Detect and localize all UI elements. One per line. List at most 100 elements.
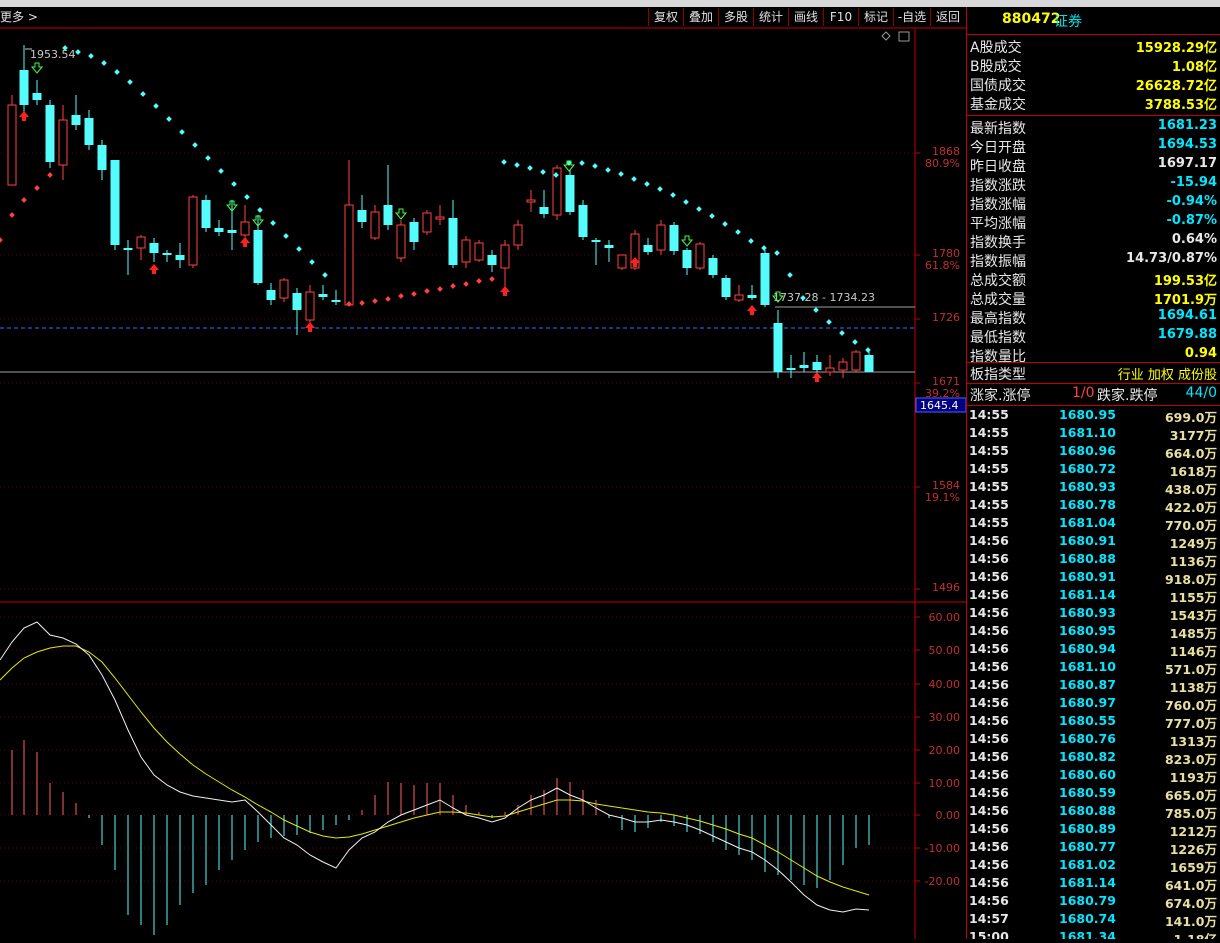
tick-time: 14:56	[969, 713, 1009, 728]
candle-body	[864, 355, 874, 372]
sar-dot	[489, 276, 495, 282]
candle-body	[7, 104, 17, 186]
tick-price: 1680.93	[1059, 605, 1116, 620]
tick-time: 14:56	[969, 767, 1009, 782]
candle-body	[604, 245, 614, 248]
stat-value: 1694.61	[1157, 308, 1217, 323]
tick-list[interactable]: 14:55 1680.95 699.0万 14:55 1681.10 3177万 14:55…	[967, 407, 1220, 939]
sar-dot	[372, 298, 378, 304]
candle-body	[240, 221, 250, 236]
tick-time: 14:56	[969, 803, 1009, 818]
stat-row: 指数换手 0.64%	[967, 232, 1220, 251]
tick-time: 14:55	[969, 497, 1009, 512]
sar-dot	[9, 212, 15, 218]
tick-row: 14:56 1680.94 1146万	[967, 641, 1220, 659]
stat-row: 平均涨幅 -0.87%	[967, 213, 1220, 232]
tick-row: 14:56 1680.87 1138万	[967, 677, 1220, 695]
tick-volume: 674.0万	[1164, 896, 1217, 911]
sar-dot	[257, 207, 263, 213]
stat-label: 指数振幅	[970, 254, 1026, 270]
sar-dot	[605, 167, 611, 173]
tick-time: 14:56	[969, 821, 1009, 836]
more-button[interactable]: 更多 >	[0, 8, 40, 26]
mark-button[interactable]: 标记	[858, 8, 893, 26]
stat-row: 总成交量 1701.9万	[967, 289, 1220, 308]
sar-dot	[205, 155, 211, 161]
sar-dot	[657, 186, 663, 192]
tick-row: 14:55 1681.04 770.0万	[967, 515, 1220, 533]
tick-volume: 1249万	[1169, 536, 1217, 551]
candle-body	[682, 250, 692, 268]
price-tick-label: 1726	[932, 311, 960, 324]
tick-volume: 1659万	[1169, 860, 1217, 875]
stat-label: 指数量比	[970, 349, 1026, 365]
security-code: 880472	[1002, 11, 1061, 27]
sar-dot	[47, 172, 53, 178]
sar-dot	[774, 250, 780, 256]
tick-row: 14:56 1680.55 777.0万	[967, 713, 1220, 731]
tick-volume: 1618万	[1169, 464, 1217, 479]
buy-arrow-icon	[305, 322, 315, 332]
sar-dot	[88, 53, 94, 59]
candle-body	[292, 293, 302, 310]
sar-dot	[437, 286, 443, 292]
sar-dot	[696, 206, 702, 212]
candle-body	[305, 291, 315, 321]
high-price-label: 1953.54	[30, 48, 76, 61]
sar-dot	[670, 192, 676, 198]
stat-value: 1.08亿	[1171, 60, 1217, 75]
kline-chart-area[interactable]: 1868 80.9% 1780 61.8% 1726 1671 39.2% 1584 19.1%…	[0, 7, 967, 939]
tick-time: 14:56	[969, 533, 1009, 548]
tick-volume: 777.0万	[1164, 716, 1217, 731]
divider	[967, 34, 1220, 35]
stat-label: 总成交量	[970, 292, 1026, 308]
tick-price: 1680.88	[1059, 551, 1116, 566]
tick-time: 14:56	[969, 677, 1009, 692]
rise-label: 涨家.涨停	[970, 388, 1031, 404]
statistics-button[interactable]: 统计	[753, 8, 788, 26]
sell-arrow-icon	[394, 208, 408, 220]
multi-stock-button[interactable]: 多股	[718, 8, 753, 26]
macd-tick-label: 10.00	[929, 777, 961, 790]
tick-volume: 1212万	[1169, 824, 1217, 839]
candle-body	[318, 294, 328, 297]
stat-row: 指数涨幅 -0.94%	[967, 194, 1220, 213]
stat-label: 昨日收盘	[970, 159, 1026, 175]
restore-rights-button[interactable]: 复权	[648, 8, 683, 26]
kline-chart-svg[interactable]: 186880.9%178061.8%1726167139.2%158419.1%…	[0, 7, 967, 939]
tick-row: 14:56 1681.10 571.0万	[967, 659, 1220, 677]
sar-dot	[787, 272, 793, 278]
stat-value: 1679.88	[1157, 327, 1217, 342]
tick-price: 1681.10	[1059, 659, 1116, 674]
candle-body	[435, 216, 445, 220]
sar-dot	[231, 181, 237, 187]
draw-line-button[interactable]: 画线	[788, 8, 823, 26]
macd-tick-label: 60.00	[929, 611, 961, 624]
tick-volume: 918.0万	[1164, 572, 1217, 587]
index-type-label: 板指类型	[970, 367, 1026, 383]
sar-dot	[865, 347, 871, 353]
stat-value: 199.53亿	[1153, 274, 1217, 289]
tick-volume: 438.0万	[1164, 482, 1217, 497]
sar-dot	[683, 199, 689, 205]
f10-button[interactable]: F10	[823, 8, 858, 26]
stat-row: 今日开盘 1694.53	[967, 137, 1220, 156]
tick-time: 14:55	[969, 443, 1009, 458]
back-button[interactable]: 返回	[930, 8, 965, 26]
candle-body	[474, 242, 484, 261]
buy-arrow-icon	[500, 286, 510, 296]
price-pct-label: 80.9%	[925, 157, 960, 170]
index-type-value[interactable]: 行业 加权 成份股	[1118, 364, 1217, 383]
candle-body	[591, 240, 601, 242]
tick-time: 14:56	[969, 587, 1009, 602]
tick-time: 14:57	[969, 911, 1009, 926]
macd-tick-label: 50.00	[929, 644, 961, 657]
overlay-button[interactable]: 叠加	[683, 8, 718, 26]
candle-body	[825, 367, 835, 373]
candle-body	[526, 199, 536, 203]
sar-dot	[826, 319, 832, 325]
tick-row: 14:56 1680.91 918.0万	[967, 569, 1220, 587]
security-name: 证券	[1054, 14, 1082, 30]
watchlist-button[interactable]: -自选	[893, 8, 930, 26]
candle-body	[253, 230, 263, 283]
